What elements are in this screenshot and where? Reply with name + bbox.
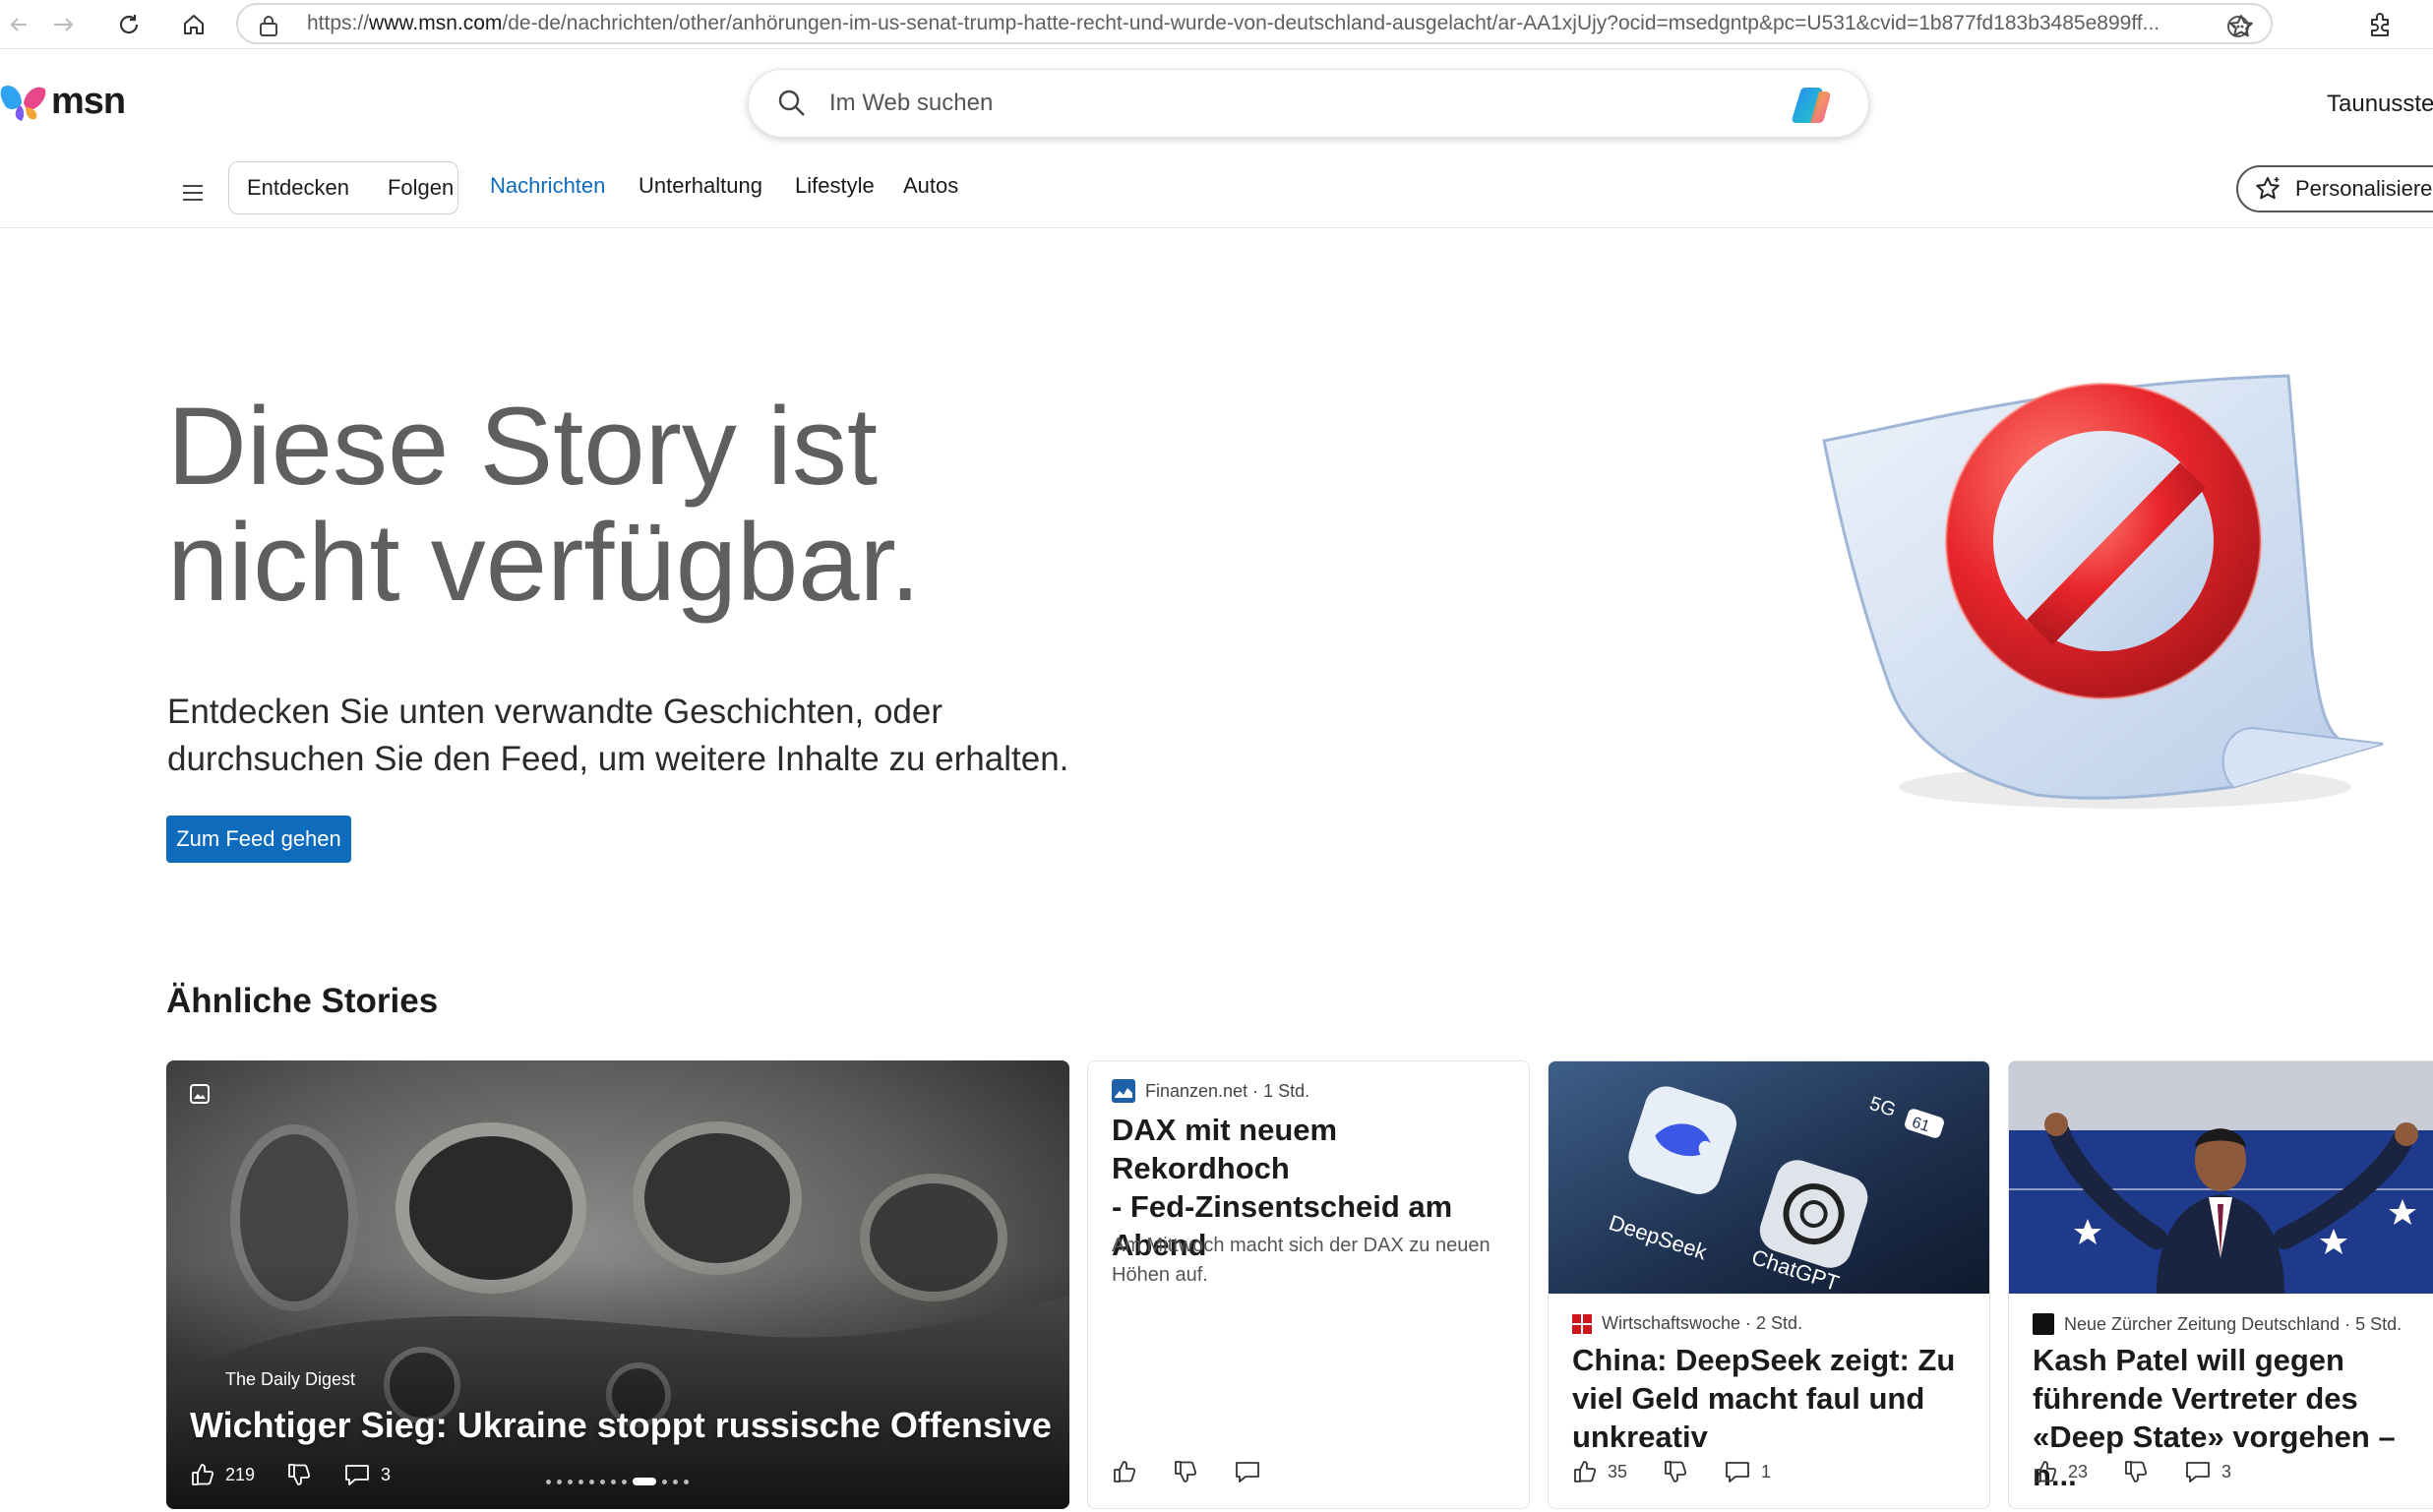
tab-entdecken[interactable]: Entdecken [247, 175, 349, 201]
featured-story-card[interactable]: The Daily Digest Wichtiger Sieg: Ukraine… [166, 1060, 1069, 1509]
forward-icon [54, 18, 74, 31]
like-icon[interactable] [190, 1462, 215, 1487]
extensions-icon [2371, 13, 2389, 36]
unavailable-illustration [1822, 374, 2384, 809]
hero-title-line2: nicht verfügbar. [167, 501, 921, 624]
story-card-finanzen[interactable]: Finanzen.net · 1 Std. DAX mit neuem Reko… [1087, 1060, 1530, 1509]
dislike-icon[interactable] [2123, 1459, 2149, 1484]
nav-autos[interactable]: Autos [903, 173, 958, 199]
like-icon[interactable] [1112, 1459, 1137, 1484]
story-source[interactable]: Wirtschaftswoche · 2 Std. [1572, 1313, 1802, 1334]
like-count: 219 [225, 1464, 256, 1484]
extensions-button[interactable] [2361, 6, 2399, 43]
comment-icon[interactable] [1724, 1459, 1751, 1484]
like-count: 23 [2068, 1461, 2089, 1482]
dislike-icon[interactable] [286, 1462, 312, 1487]
copilot-icon[interactable] [1790, 86, 1835, 125]
lock-icon [260, 16, 277, 36]
story-actions [1112, 1459, 1261, 1484]
nav-unterhaltung[interactable]: Unterhaltung [639, 173, 762, 199]
story-source[interactable]: Finanzen.net · 1 Std. [1112, 1079, 1309, 1103]
comment-icon[interactable] [2184, 1459, 2212, 1484]
reload-icon [119, 15, 139, 34]
address-bar[interactable]: https://www.msn.com/de-de/nachrichten/ot… [236, 3, 2273, 44]
tab-folgen[interactable]: Folgen [388, 175, 454, 201]
story-source[interactable]: Neue Zürcher Zeitung Deutschland · 5 Std… [2033, 1313, 2402, 1335]
like-count: 35 [1608, 1461, 1628, 1482]
feed-mode-toggle: Entdecken Folgen [228, 161, 458, 214]
favorite-icon[interactable] [2227, 13, 2255, 40]
category-nav: Entdecken Folgen Nachrichten Unterhaltun… [0, 157, 2433, 228]
personalize-label: Personalisieren [2295, 176, 2433, 201]
wiwo-logo-icon [1572, 1313, 1592, 1334]
comment-count: 3 [381, 1464, 392, 1484]
search-bar[interactable] [748, 69, 1869, 138]
comment-count: 3 [2221, 1461, 2232, 1482]
hero-title: Diese Story ist nicht verfügbar. [167, 389, 1151, 621]
hero-subtitle-line1: Entdecken Sie unten verwandte Geschichte… [167, 693, 943, 731]
hamburger-icon [183, 185, 203, 201]
story-actions: 23 3 [2033, 1459, 2231, 1484]
back-icon [10, 18, 27, 31]
story-actions: 35 1 [1572, 1459, 1771, 1484]
nav-lifestyle[interactable]: Lifestyle [795, 173, 875, 199]
story-card-kash-patel[interactable]: Neue Zürcher Zeitung Deutschland · 5 Std… [2008, 1060, 2433, 1509]
logo-text: msn [51, 81, 126, 122]
personalize-button[interactable]: Personalisieren [2236, 165, 2433, 212]
finanzen-logo-icon [1112, 1079, 1135, 1103]
menu-button[interactable] [175, 175, 211, 211]
location-label[interactable]: Taunusstein [2327, 91, 2433, 118]
carousel-dots[interactable] [546, 1478, 689, 1485]
hero-subtitle: Entdecken Sie unten verwandte Geschichte… [167, 689, 1151, 783]
msn-butterfly-icon [0, 85, 46, 121]
reload-button[interactable] [110, 6, 148, 43]
home-icon [184, 15, 204, 34]
search-input[interactable] [829, 82, 1734, 125]
home-button[interactable] [175, 6, 213, 43]
forward-button[interactable] [45, 6, 83, 43]
url-text: https://www.msn.com/de-de/nachrichten/ot… [307, 12, 2160, 34]
msn-logo[interactable]: msn [0, 81, 126, 123]
browser-toolbar: https://www.msn.com/de-de/nachrichten/ot… [0, 0, 2433, 49]
story-actions: 219 3 [190, 1462, 391, 1487]
hero-title-line1: Diese Story ist [167, 385, 878, 508]
dislike-icon[interactable] [1663, 1459, 1688, 1484]
related-stories-heading: Ähnliche Stories [166, 982, 439, 1020]
comment-count: 1 [1761, 1461, 1772, 1482]
personalize-icon [2256, 177, 2280, 200]
go-to-feed-button[interactable]: Zum Feed gehen [166, 816, 351, 863]
story-headline[interactable]: Wichtiger Sieg: Ukraine stoppt russische… [190, 1405, 1052, 1446]
like-icon[interactable] [1572, 1459, 1598, 1484]
story-source[interactable]: The Daily Digest [225, 1369, 355, 1390]
story-thumbnail [2009, 1061, 2433, 1294]
back-button[interactable] [0, 6, 37, 43]
story-card-deepseek[interactable]: DeepSeek ChatGPT 5G 61 Wirtschaftswoche … [1548, 1060, 1990, 1509]
hero-subtitle-line2: durchsuchen Sie den Feed, um weitere Inh… [167, 740, 1069, 778]
comment-icon[interactable] [1234, 1459, 1261, 1484]
story-thumbnail: DeepSeek ChatGPT 5G 61 [1549, 1061, 1989, 1294]
dislike-icon[interactable] [1173, 1459, 1198, 1484]
comment-icon[interactable] [343, 1462, 371, 1487]
story-title[interactable]: China: DeepSeek zeigt: Zu viel Geld mach… [1572, 1341, 1985, 1456]
story-description: Am Mittwoch macht sich der DAX zu neuen … [1112, 1235, 1490, 1286]
like-icon[interactable] [2033, 1459, 2058, 1484]
gallery-icon [190, 1084, 210, 1104]
nav-nachrichten[interactable]: Nachrichten [490, 173, 605, 199]
search-icon [778, 90, 805, 116]
nzz-logo-icon [2033, 1313, 2054, 1335]
